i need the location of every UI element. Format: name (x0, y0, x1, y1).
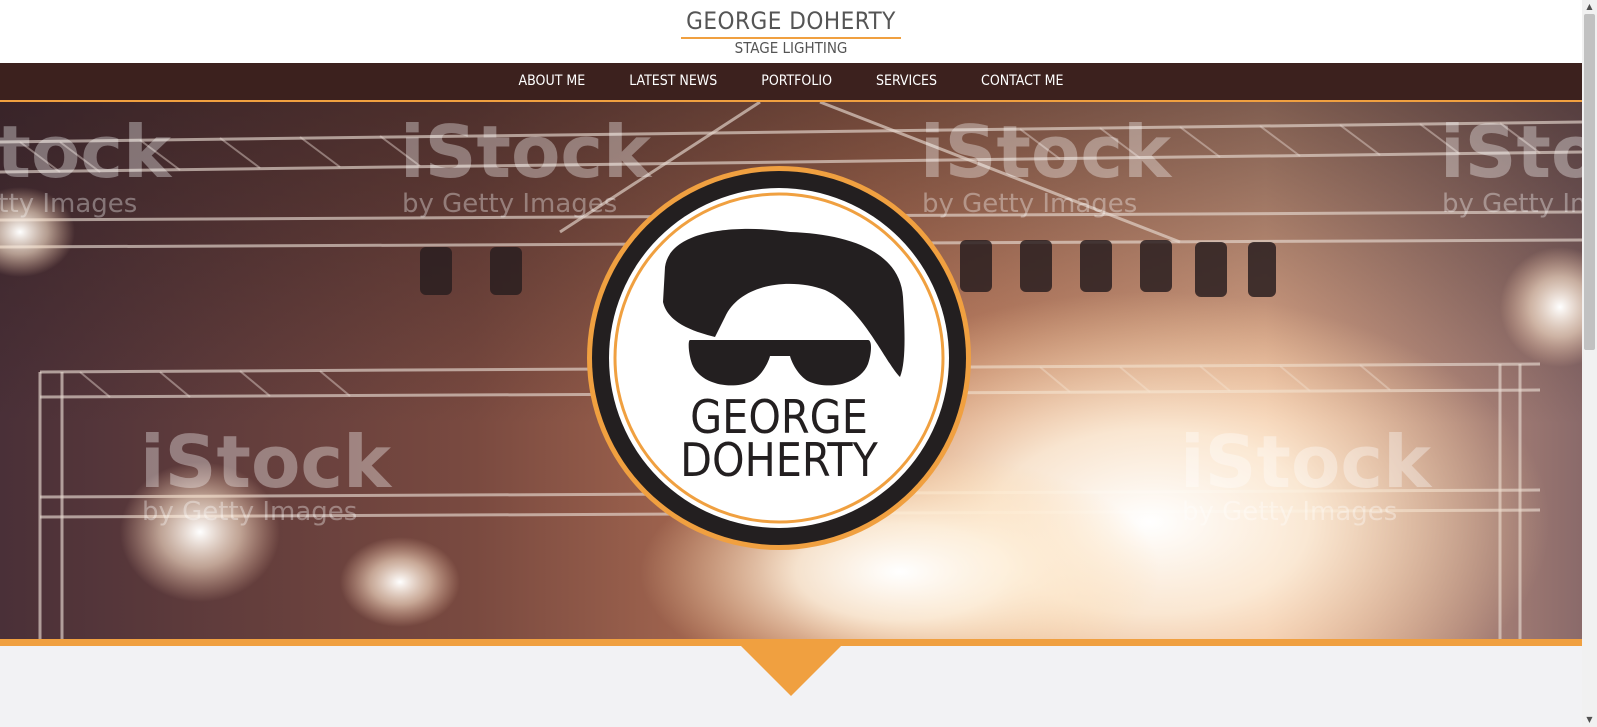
logo-emblem: GEORGE DOHERTY (587, 166, 971, 550)
main-nav: ABOUT ME LATEST NEWS PORTFOLIO SERVICES … (0, 63, 1582, 102)
watermark-tagline: by Getty Images (0, 189, 137, 219)
scrollbar-thumb[interactable] (1584, 14, 1595, 350)
watermark-brand: iStock (920, 110, 1173, 194)
nav-item-contact-me[interactable]: CONTACT ME (959, 63, 1085, 100)
nav-list: ABOUT ME LATEST NEWS PORTFOLIO SERVICES … (0, 63, 1582, 100)
nav-item-services[interactable]: SERVICES (854, 63, 959, 100)
watermark-tagline: by Getty Images (142, 497, 357, 527)
watermark-brand: iStock (140, 420, 393, 504)
page-scrollbar[interactable]: ▲ ▼ (1582, 0, 1597, 727)
brand-logo[interactable]: GEORGE DOHERTY STAGE LIGHTING (681, 6, 901, 58)
scroll-up-icon[interactable]: ▲ (1582, 0, 1597, 14)
site-header: GEORGE DOHERTY STAGE LIGHTING (0, 0, 1582, 63)
nav-item-about-me[interactable]: ABOUT ME (497, 63, 608, 100)
logo-name-line2: DOHERTY (680, 433, 878, 487)
brand-title: GEORGE DOHERTY (686, 7, 896, 35)
hero-banner: iStock by Getty Images iStock by Getty I… (0, 102, 1582, 639)
nav-item-portfolio[interactable]: PORTFOLIO (739, 63, 854, 100)
nav-item-latest-news[interactable]: LATEST NEWS (607, 63, 739, 100)
page: GEORGE DOHERTY STAGE LIGHTING ABOUT ME L… (0, 0, 1582, 727)
scroll-down-icon[interactable]: ▼ (1582, 713, 1597, 727)
watermark-tagline: by Getty Images (1442, 189, 1582, 219)
watermark-brand: iStock (1180, 420, 1433, 504)
watermark-tagline: by Getty Images (922, 189, 1137, 219)
watermark-tagline: by Getty Images (402, 189, 617, 219)
brand-subtitle: STAGE LIGHTING (734, 39, 848, 57)
watermark-brand: iStock (1440, 110, 1582, 194)
watermark-brand: iStock (400, 110, 653, 194)
down-arrow-icon (741, 646, 841, 696)
watermark-tagline: by Getty Images (1182, 497, 1397, 527)
hero-image: iStock by Getty Images iStock by Getty I… (0, 102, 1582, 639)
hero-bottom-band (0, 639, 1582, 646)
watermark-brand: iStock (0, 110, 173, 194)
